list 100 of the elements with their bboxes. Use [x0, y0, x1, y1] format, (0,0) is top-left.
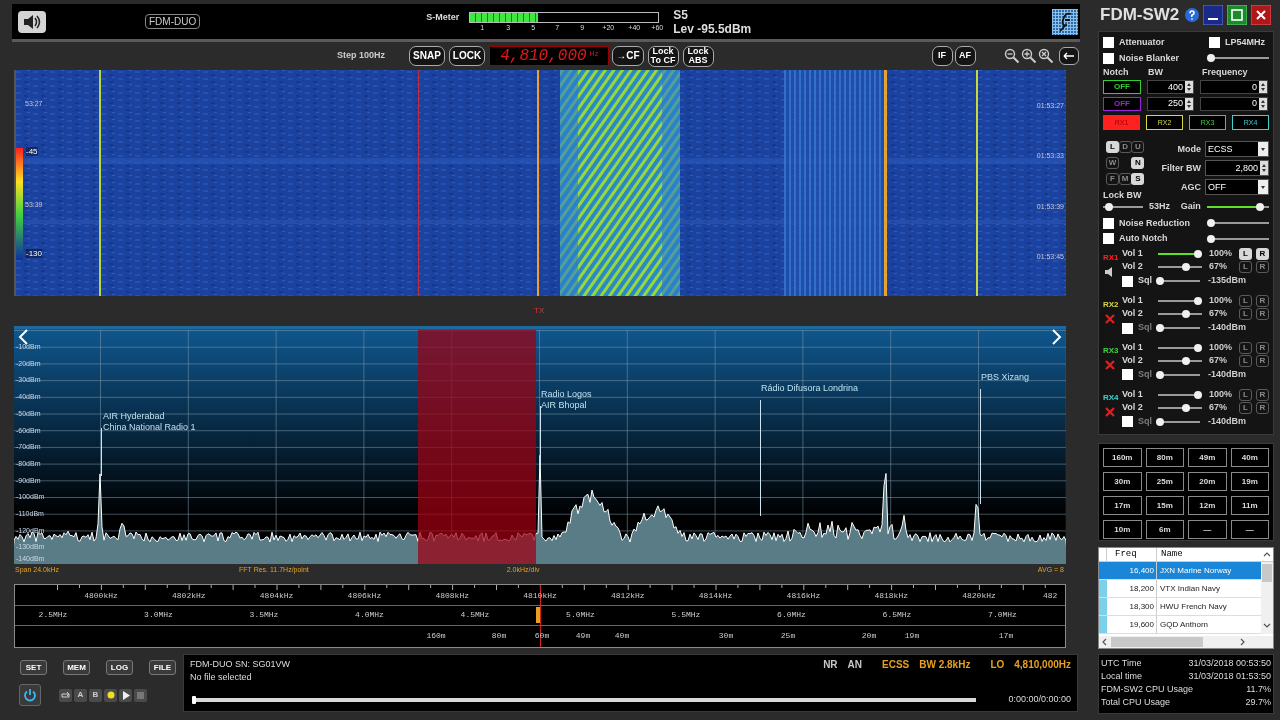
band-button[interactable]: 25m: [1145, 472, 1184, 491]
panel-button[interactable]: LOG: [106, 660, 133, 675]
speaker-icon[interactable]: [1105, 266, 1113, 277]
slider[interactable]: [1158, 296, 1202, 306]
record-button[interactable]: [104, 688, 117, 702]
spinner-icon[interactable]: [1260, 161, 1268, 176]
band-button[interactable]: 160m: [1103, 448, 1142, 467]
channel-toggle[interactable]: R: [1256, 295, 1269, 307]
slider[interactable]: [1207, 53, 1269, 64]
slider[interactable]: [1158, 342, 1202, 353]
slider-thumb[interactable]: [1207, 219, 1215, 228]
loop-button[interactable]: [59, 688, 72, 702]
table-row[interactable]: 16,400 JXN Marine Norway: [1099, 562, 1261, 580]
band-button[interactable]: 40m: [1230, 448, 1269, 467]
slider-thumb[interactable]: [1182, 403, 1191, 412]
filter-button[interactable]: AF: [954, 46, 976, 66]
band-button[interactable]: 12m: [1188, 496, 1227, 515]
toolbar-button[interactable]: LOCK: [448, 46, 486, 66]
band-button[interactable]: 17m: [1103, 496, 1142, 515]
spinner-icon[interactable]: [1185, 98, 1193, 111]
channel-toggle[interactable]: L: [1239, 248, 1252, 261]
arrow-left-icon[interactable]: [17, 329, 29, 345]
spinner-icon[interactable]: [1259, 81, 1267, 94]
checkbox[interactable]: [1122, 322, 1133, 334]
number-field[interactable]: 250: [1147, 97, 1194, 112]
slider-thumb[interactable]: [1156, 277, 1164, 286]
checkbox[interactable]: [1103, 37, 1114, 49]
arrow-right-icon[interactable]: [1051, 329, 1063, 345]
dropdown[interactable]: ECSS: [1205, 141, 1269, 158]
channel-toggle[interactable]: R: [1256, 401, 1269, 414]
slider-thumb[interactable]: [1156, 370, 1164, 379]
band-button[interactable]: —: [1230, 520, 1269, 539]
slider[interactable]: [1158, 402, 1202, 413]
number-field[interactable]: 400: [1147, 80, 1194, 95]
notch-toggle[interactable]: OFF: [1103, 97, 1141, 112]
table-row[interactable]: 18,300 HWU French Navy: [1099, 598, 1261, 616]
toolbar-button[interactable]: SNAP: [409, 46, 445, 66]
checkbox[interactable]: [1103, 233, 1114, 245]
spinner-icon[interactable]: [1185, 81, 1193, 94]
maximize-icon[interactable]: [1227, 5, 1248, 25]
mode-toggle[interactable]: L: [1106, 140, 1119, 153]
mute-icon[interactable]: [1105, 313, 1115, 324]
zoom-out-icon[interactable]: [1003, 48, 1020, 64]
slider-thumb[interactable]: [1156, 324, 1164, 332]
channel-toggle[interactable]: L: [1239, 308, 1252, 320]
slider[interactable]: [1207, 233, 1269, 244]
mute-icon[interactable]: [1105, 407, 1115, 418]
checkbox[interactable]: [1209, 37, 1220, 49]
mode-toggle[interactable]: U: [1131, 140, 1145, 153]
filter-button[interactable]: IF: [931, 46, 953, 66]
checkbox[interactable]: [1122, 275, 1133, 287]
scrollbar[interactable]: [1261, 562, 1273, 634]
scrollbar[interactable]: [1099, 636, 1273, 648]
mode-toggle[interactable]: D: [1118, 140, 1132, 153]
band-button[interactable]: 49m: [1188, 448, 1227, 467]
slider[interactable]: [1158, 249, 1202, 260]
channel-toggle[interactable]: L: [1239, 341, 1252, 354]
marker-button[interactable]: B: [89, 688, 102, 702]
spinner-icon[interactable]: [1259, 98, 1267, 111]
channel-toggle[interactable]: L: [1239, 401, 1252, 414]
band-button[interactable]: 19m: [1230, 472, 1269, 491]
slider-thumb[interactable]: [1182, 263, 1191, 272]
number-field[interactable]: 2,800: [1205, 160, 1269, 177]
slider-thumb[interactable]: [1182, 356, 1191, 365]
marker-button[interactable]: A: [74, 688, 87, 702]
number-field[interactable]: 0: [1200, 80, 1268, 95]
dropdown[interactable]: OFF: [1205, 179, 1269, 196]
channel-toggle[interactable]: L: [1239, 354, 1252, 367]
slider[interactable]: [1156, 369, 1200, 380]
channel-toggle[interactable]: R: [1256, 388, 1269, 401]
speaker-button[interactable]: [18, 10, 46, 33]
channel-toggle[interactable]: R: [1256, 261, 1269, 274]
notch-toggle[interactable]: OFF: [1103, 80, 1141, 95]
logo-icon[interactable]: [1052, 8, 1078, 35]
mute-icon[interactable]: [1105, 360, 1115, 371]
slider-thumb[interactable]: [1207, 234, 1215, 243]
table-row[interactable]: 18,200 VTX Indian Navy: [1099, 580, 1261, 598]
slider[interactable]: [1156, 416, 1200, 427]
slider-thumb[interactable]: [1194, 343, 1202, 352]
slider[interactable]: [1103, 201, 1143, 212]
channel-toggle[interactable]: L: [1239, 295, 1252, 307]
slider[interactable]: [1156, 276, 1200, 287]
slider[interactable]: [1156, 323, 1200, 333]
checkbox[interactable]: [1122, 369, 1133, 381]
slider-thumb[interactable]: [1182, 310, 1191, 318]
slider-thumb[interactable]: [1194, 390, 1202, 399]
panel-button[interactable]: FILE: [149, 660, 176, 675]
channel-toggle[interactable]: R: [1256, 354, 1269, 367]
channel-toggle[interactable]: L: [1239, 261, 1252, 274]
channel-toggle[interactable]: R: [1256, 248, 1269, 261]
zoom-in-icon[interactable]: [1020, 48, 1037, 64]
mode-toggle[interactable]: F: [1106, 172, 1119, 185]
slider[interactable]: [1207, 201, 1269, 212]
center-button[interactable]: →CF: [612, 46, 644, 66]
mode-toggle[interactable]: N: [1131, 156, 1145, 169]
back-button[interactable]: [1058, 47, 1079, 65]
slider[interactable]: [1158, 355, 1202, 366]
channel-toggle[interactable]: R: [1256, 341, 1269, 354]
slider-thumb[interactable]: [1194, 297, 1202, 305]
band-button[interactable]: 30m: [1103, 472, 1142, 491]
